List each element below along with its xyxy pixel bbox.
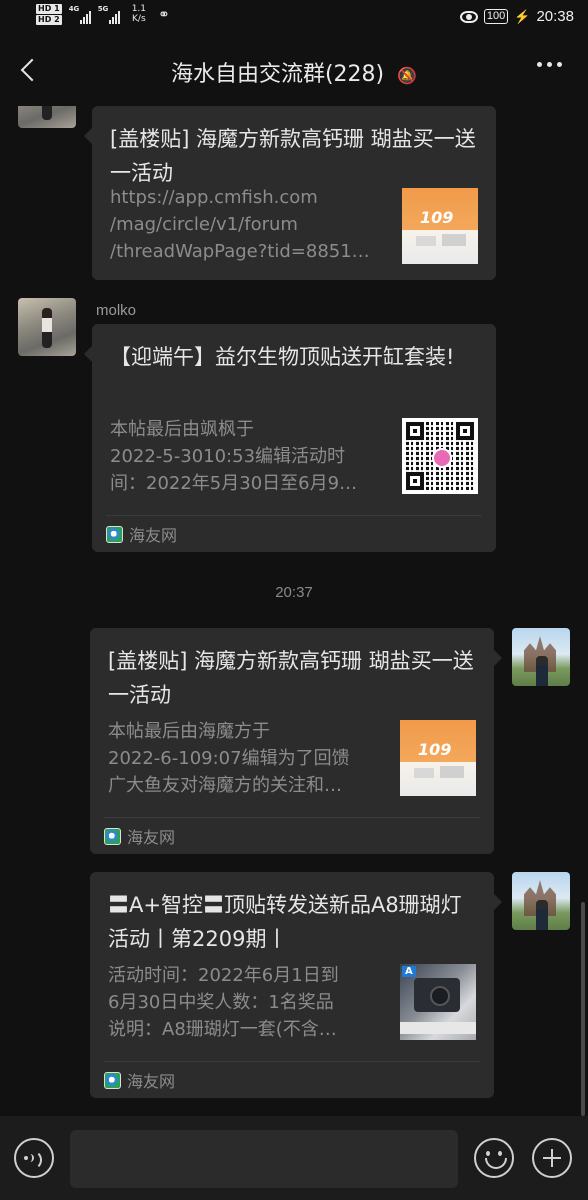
card-source: 海友网 — [104, 817, 480, 854]
chat-header: 海水自由交流群(228) 🔕 — [0, 38, 588, 106]
battery-icon: 100 — [483, 9, 509, 24]
clock: 20:38 — [536, 8, 574, 25]
eye-comfort-icon — [459, 10, 478, 23]
net1-label: 4G — [68, 5, 80, 13]
chat-title: 海水自由交流群(228) — [170, 62, 385, 87]
card-thumbnail: A — [400, 964, 476, 1040]
notification-icon: ⚭ — [158, 7, 170, 23]
signal-icon: 4G — [68, 4, 91, 24]
desc-line: 说明：A8珊瑚灯一套(不含… — [108, 1019, 337, 1040]
source-logo-icon — [104, 1071, 121, 1089]
card-description: https://app.cmfish.com /mag/circle/v1/fo… — [110, 184, 382, 265]
card-thumbnail: 109 — [400, 720, 476, 796]
hd1-label: HD 1 — [36, 4, 62, 14]
avatar[interactable] — [512, 628, 570, 686]
avatar[interactable] — [18, 298, 76, 356]
desc-line: https://app.cmfish.com — [110, 187, 318, 208]
status-bar: HD 1 HD 2 4G 5G 1.1 K/s ⚭ 100 ⚡ 20:38 — [0, 0, 588, 38]
source-name: 海友网 — [127, 1072, 176, 1091]
charging-icon: ⚡ — [514, 8, 531, 24]
qr-code-thumbnail — [402, 418, 478, 494]
avatar[interactable] — [18, 106, 76, 128]
card-description: 本帖最后由飒枫于 2022-5-3010:53编辑活动时 间：2022年5月30… — [110, 416, 382, 497]
input-bar — [0, 1116, 588, 1200]
source-logo-icon — [106, 525, 123, 543]
desc-line: 本帖最后由飒枫于 — [110, 419, 254, 440]
speed-unit: K/s — [132, 14, 146, 24]
avatar[interactable] — [512, 872, 570, 930]
network-speed: 1.1 K/s — [132, 4, 146, 24]
voice-icon[interactable] — [14, 1138, 54, 1178]
link-card[interactable]: 【迎端午】益尔生物顶贴送开缸套装! 本帖最后由飒枫于 2022-5-3010:5… — [84, 324, 496, 552]
desc-line: /mag/circle/v1/forum — [110, 214, 298, 235]
desc-line: 间：2022年5月30日至6月9… — [110, 473, 358, 494]
message-list[interactable]: [盖楼贴] 海魔方新款高钙珊 瑚盐买一送一活动 https://app.cmfi… — [0, 106, 588, 1116]
speed-value: 1.1 — [131, 4, 147, 14]
link-card[interactable]: 〓A+智控〓顶贴转发送新品A8珊瑚灯活动丨第2209期丨 活动时间：2022年6… — [90, 872, 502, 1098]
card-title: 〓A+智控〓顶贴转发送新品A8珊瑚灯活动丨第2209期丨 — [108, 893, 462, 951]
desc-line: 6月30日中奖人数：1名奖品 — [108, 992, 334, 1013]
sender-name: molko — [96, 302, 137, 319]
source-logo-icon — [104, 827, 121, 845]
card-source: 海友网 — [104, 1061, 480, 1098]
card-description: 本帖最后由海魔方于 2022-6-109:07编辑为了回馈 广大鱼友对海魔方的关… — [108, 718, 380, 799]
signal-2-icon: 5G — [97, 4, 120, 24]
more-dots-icon[interactable] — [537, 62, 562, 67]
card-source: 海友网 — [106, 515, 482, 552]
card-title: [盖楼贴] 海魔方新款高钙珊 瑚盐买一送一活动 — [110, 127, 476, 185]
plus-icon[interactable] — [532, 1138, 572, 1178]
card-thumbnail: 109 — [402, 188, 478, 264]
link-card[interactable]: [盖楼贴] 海魔方新款高钙珊 瑚盐买一送一活动 本帖最后由海魔方于 2022-6… — [90, 628, 502, 854]
card-description: 活动时间：2022年6月1日到 6月30日中奖人数：1名奖品 说明：A8珊瑚灯一… — [108, 962, 380, 1043]
desc-line: 本帖最后由海魔方于 — [108, 721, 270, 742]
desc-line: /threadWapPage?tid=8851… — [110, 241, 370, 262]
promo-price: 109 — [418, 740, 452, 759]
message-timestamp: 20:37 — [275, 584, 313, 601]
desc-line: 广大鱼友对海魔方的关注和… — [108, 775, 342, 796]
thumb-badge: A — [402, 966, 416, 977]
card-title: 【迎端午】益尔生物顶贴送开缸套装! — [110, 345, 455, 369]
promo-price: 109 — [420, 208, 454, 227]
source-name: 海友网 — [127, 828, 176, 847]
hd-indicator: HD 1 HD 2 — [36, 4, 62, 25]
net2-label: 5G — [97, 5, 109, 13]
hd2-label: HD 2 — [36, 15, 62, 25]
scrollbar[interactable] — [581, 902, 585, 1116]
card-title: [盖楼贴] 海魔方新款高钙珊 瑚盐买一送一活动 — [108, 649, 474, 707]
desc-line: 2022-5-3010:53编辑活动时 — [110, 446, 346, 467]
link-card[interactable]: [盖楼贴] 海魔方新款高钙珊 瑚盐买一送一活动 https://app.cmfi… — [84, 106, 496, 280]
source-name: 海友网 — [129, 526, 178, 545]
desc-line: 活动时间：2022年6月1日到 — [108, 965, 339, 986]
emoji-icon[interactable] — [474, 1138, 514, 1178]
desc-line: 2022-6-109:07编辑为了回馈 — [108, 748, 350, 769]
bell-muted-icon: 🔕 — [397, 65, 418, 85]
message-input[interactable] — [70, 1130, 458, 1188]
